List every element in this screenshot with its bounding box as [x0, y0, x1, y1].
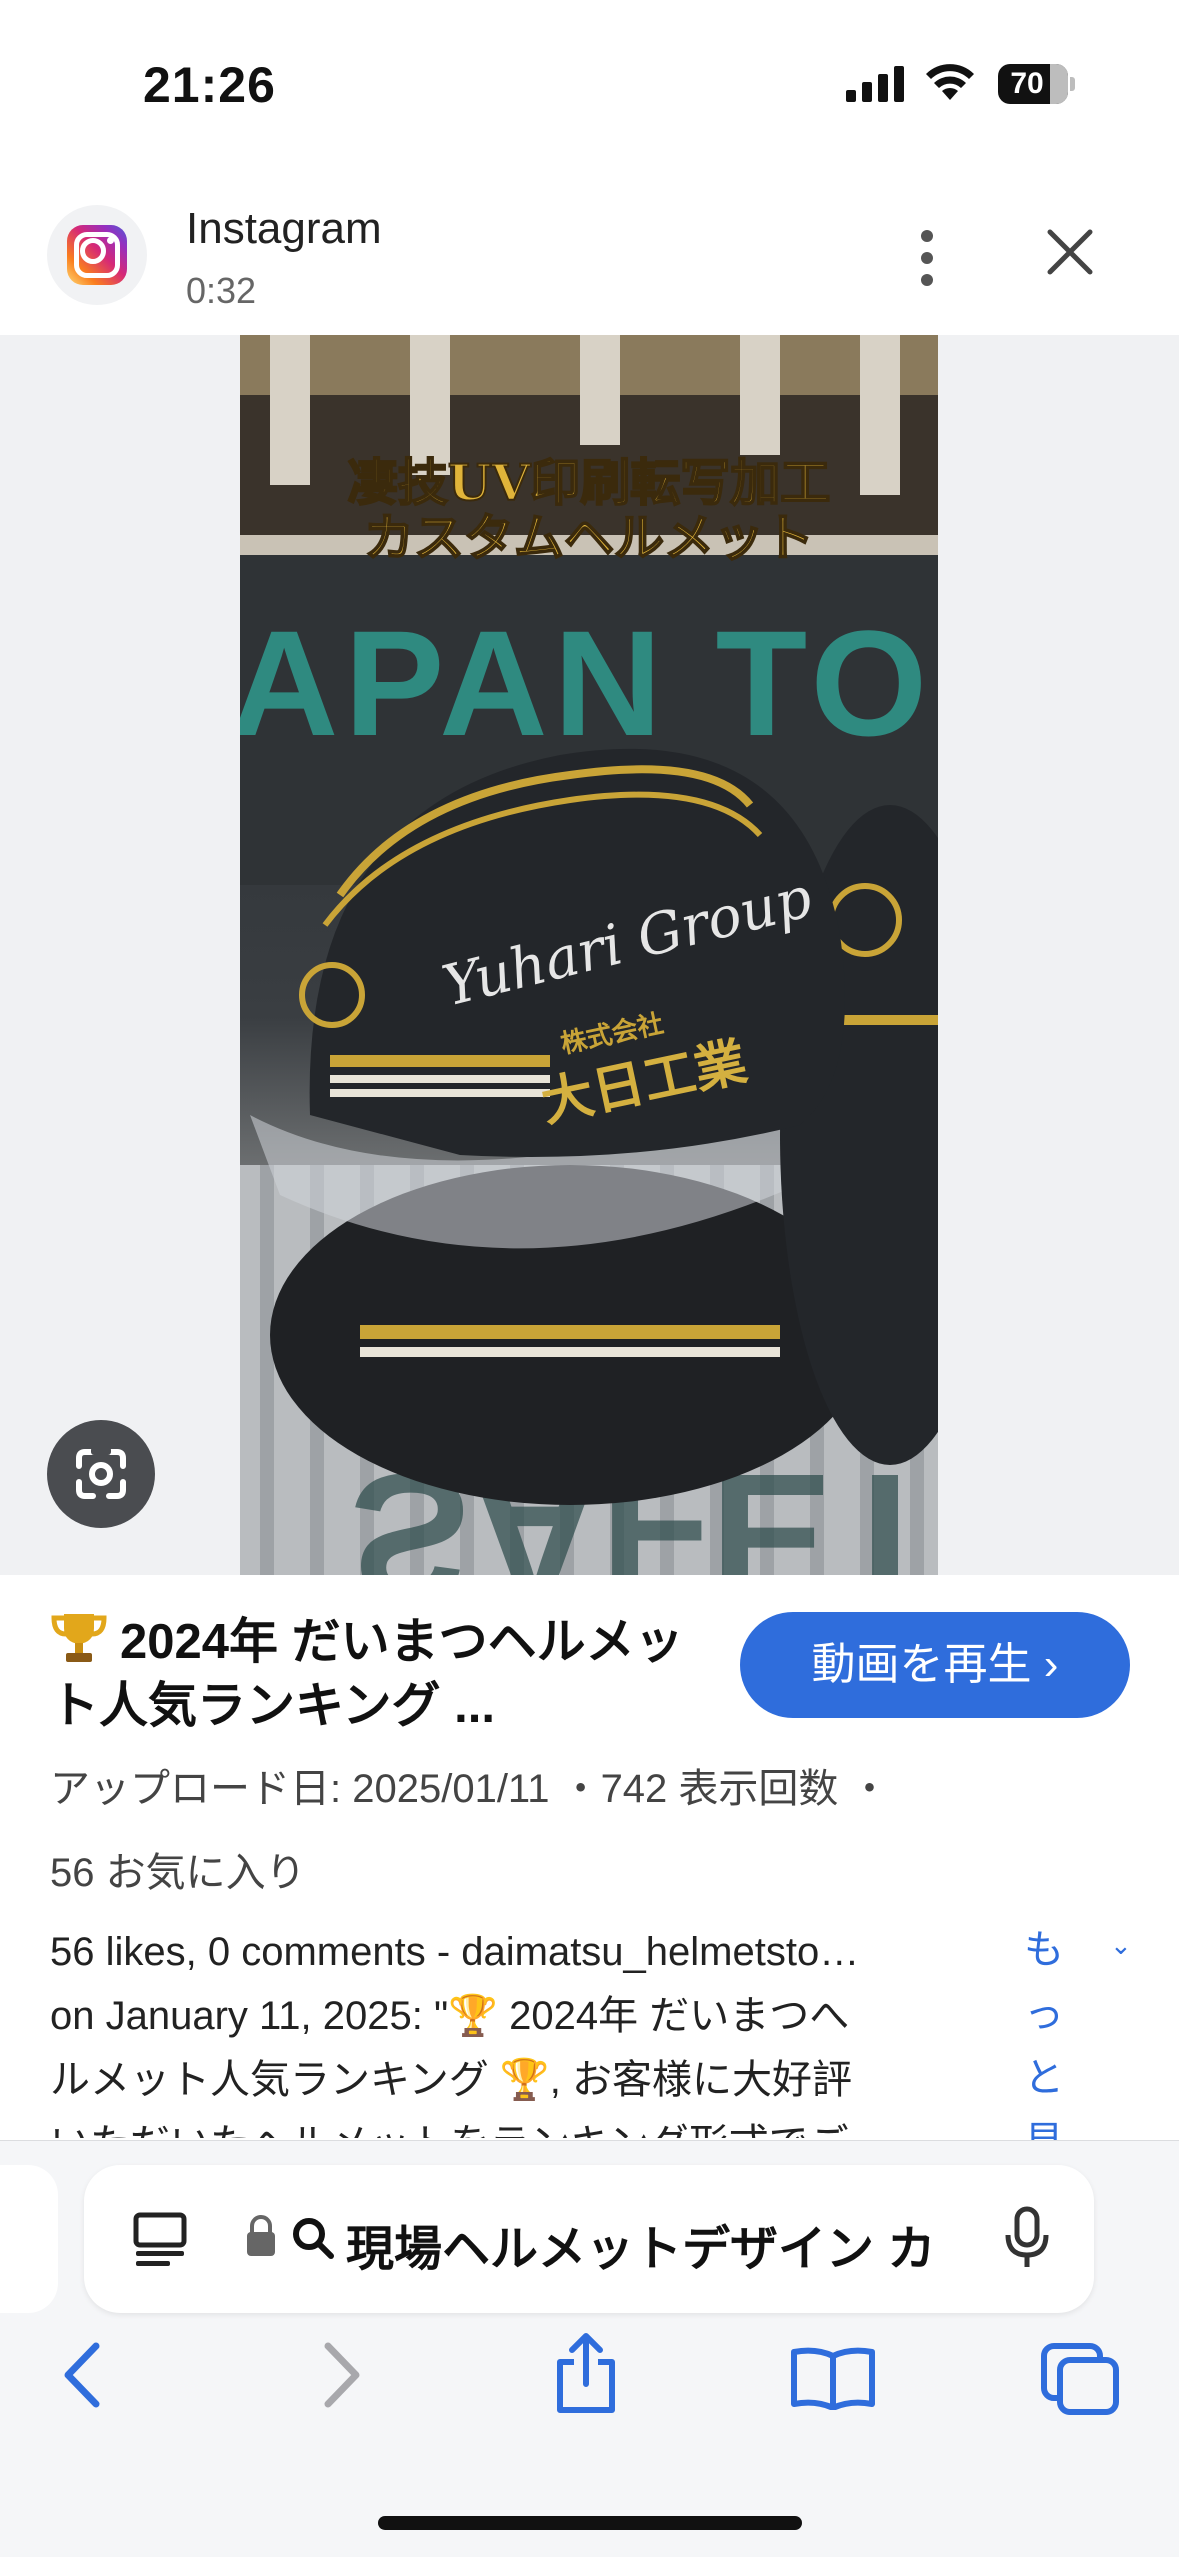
video-thumbnail[interactable]: APAN TO T SAFET Yuhari Group 株式会社 大日工業: [240, 335, 938, 1575]
share-icon[interactable]: [550, 2332, 622, 2416]
video-caption: 凄技UV印刷転写加工 カスタムヘルメット: [347, 452, 831, 568]
caption-line-2: カスタムヘルメット: [364, 508, 814, 567]
battery-icon: 70: [998, 64, 1075, 104]
battery-level: 70: [1010, 67, 1044, 100]
previous-tab-peek[interactable]: [0, 2165, 58, 2313]
description-line: いただいたヘルメットをランキング形式でご: [50, 2112, 1020, 2138]
source-name: Instagram: [186, 204, 382, 253]
result-header: Instagram 0:32: [0, 170, 1179, 335]
cellular-signal-icon: [846, 66, 904, 102]
show-more-link[interactable]: もっと見: [1024, 1918, 1064, 2174]
description-line: on January 11, 2025: "🏆 2024年 だいまつへ: [50, 1994, 850, 2038]
chevron-down-icon[interactable]: ⌄: [1110, 1930, 1132, 1961]
home-indicator: [378, 2516, 802, 2530]
more-options-icon[interactable]: [912, 228, 942, 288]
media-preview: APAN TO T SAFET Yuhari Group 株式会社 大日工業: [0, 335, 1179, 1575]
bookmarks-icon[interactable]: [790, 2346, 876, 2410]
lens-icon: [76, 1447, 126, 1499]
page-menu-icon[interactable]: [132, 2211, 192, 2267]
microphone-icon[interactable]: [1002, 2205, 1052, 2271]
play-video-button[interactable]: 動画を再生 ›: [740, 1612, 1130, 1718]
result-title[interactable]: 2024年 だいまつヘルメット人気ランキング ...: [50, 1608, 690, 1738]
back-icon[interactable]: [58, 2340, 108, 2410]
status-time: 21:26: [143, 57, 276, 113]
google-lens-button[interactable]: [47, 1420, 155, 1528]
tabs-icon[interactable]: [1040, 2342, 1122, 2418]
thumbnail-scene: APAN TO T SAFET Yuhari Group 株式会社 大日工業: [240, 335, 938, 1575]
caption-line-1: 凄技UV印刷転写加工: [348, 453, 830, 512]
result-title-text: 2024年 だいまつヘルメット人気ランキング ...: [50, 1615, 684, 1733]
instagram-icon: [47, 205, 147, 305]
lock-icon: [247, 2215, 275, 2256]
search-icon: [293, 2218, 334, 2259]
status-bar: 21:26 70: [0, 0, 1179, 170]
favorites-meta: 56 お気に入り: [50, 1851, 306, 1895]
description-line: ルメット人気ランキング 🏆, お客様に大好評: [50, 2058, 852, 2102]
address-bar[interactable]: 現場ヘルメットデザイン カ: [84, 2165, 1094, 2313]
result-description: 56 likes, 0 comments - daimatsu_helmetst…: [50, 1920, 1020, 2138]
video-duration: 0:32: [186, 270, 257, 311]
sign-text: APAN TO T: [240, 599, 938, 767]
description-line: 56 likes, 0 comments - daimatsu_helmetst…: [50, 1930, 860, 1974]
wifi-icon: [926, 64, 974, 100]
trophy-icon: [51, 1614, 107, 1662]
close-icon[interactable]: [1040, 222, 1100, 282]
address-text: 現場ヘルメットデザイン カ: [346, 2223, 936, 2276]
forward-icon[interactable]: [316, 2340, 366, 2410]
upload-meta: アップロード日: 2025/01/11 ・742 表示回数 ・: [50, 1767, 890, 1811]
